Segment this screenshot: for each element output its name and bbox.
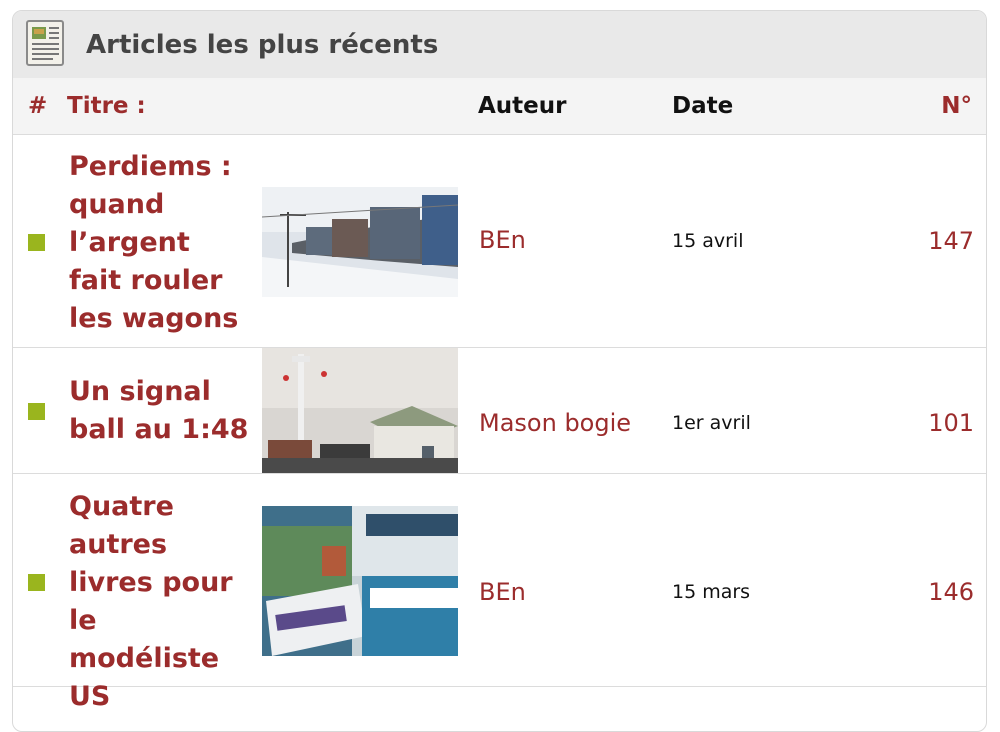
article-author-link[interactable]: BEn xyxy=(479,578,526,606)
article-thumbnail[interactable] xyxy=(262,506,458,656)
col-title[interactable]: Titre : xyxy=(67,93,146,119)
article-date: 15 avril xyxy=(672,230,744,252)
col-author: Auteur xyxy=(478,93,567,119)
panel-title: Articles les plus récents xyxy=(86,30,439,60)
col-date: Date xyxy=(672,93,734,119)
table-header: # Titre : Auteur Date N° xyxy=(13,78,986,135)
col-hash: # xyxy=(28,93,48,119)
article-author-link[interactable]: BEn xyxy=(479,226,526,254)
article-title-link[interactable]: Perdiems : quand l’argent fait rouler le… xyxy=(69,148,249,338)
article-number-link[interactable]: 146 xyxy=(928,578,974,606)
col-number[interactable]: N° xyxy=(941,93,972,119)
article-date: 1er avril xyxy=(672,412,751,434)
recent-articles-panel: Articles les plus récents # Titre : Aute… xyxy=(12,10,987,732)
article-date: 15 mars xyxy=(672,581,751,603)
article-thumbnail[interactable] xyxy=(262,187,458,297)
freight-train-snow-image xyxy=(262,187,458,297)
article-number-link[interactable]: 101 xyxy=(928,409,974,437)
article-number-link[interactable]: 147 xyxy=(928,227,974,255)
panel-header: Articles les plus récents xyxy=(13,11,986,79)
article-row: Quatre autres livres pour le modéliste U… xyxy=(13,474,986,712)
article-thumbnail[interactable] xyxy=(262,348,458,473)
article-row: Un signal ball au 1:48 Mason bogie 1er a… xyxy=(13,348,986,474)
signal-model-scene-image xyxy=(262,348,458,473)
bullet-square xyxy=(28,403,45,420)
bullet-square xyxy=(28,234,45,251)
bullet-square xyxy=(28,574,45,591)
newspaper-icon xyxy=(26,20,64,66)
article-author-link[interactable]: Mason bogie xyxy=(479,409,631,437)
model-railroad-books-image xyxy=(262,506,458,656)
article-row: Perdiems : quand l’argent fait rouler le… xyxy=(13,135,986,348)
article-title-link[interactable]: Un signal ball au 1:48 xyxy=(69,373,249,449)
article-title-link[interactable]: Quatre autres livres pour le modéliste U… xyxy=(69,488,249,716)
